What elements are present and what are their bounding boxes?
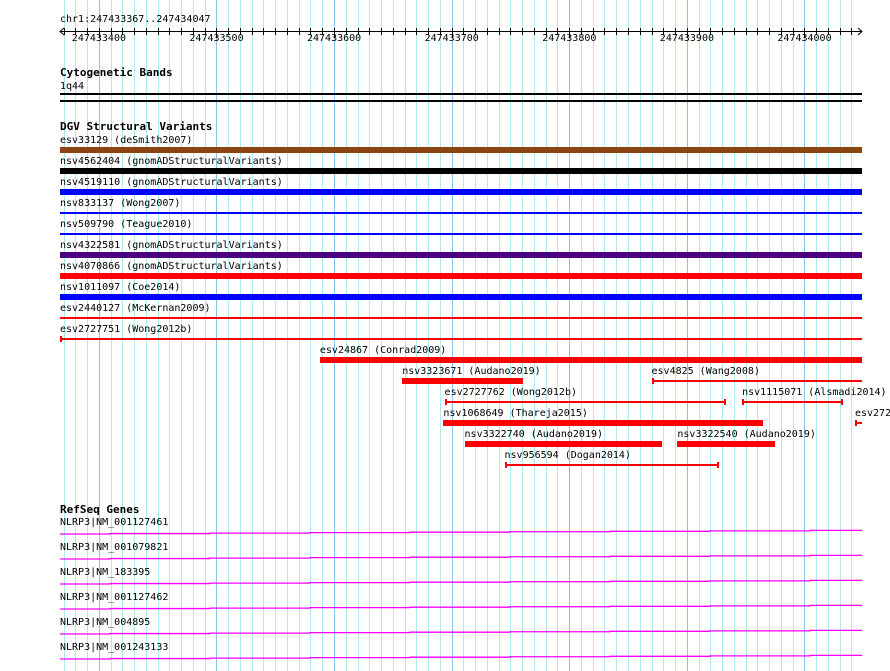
gene-feature-line[interactable] <box>60 604 862 610</box>
gene-feature-line[interactable] <box>60 579 862 585</box>
gene-feature-line[interactable] <box>60 529 862 535</box>
gene-feature-line[interactable] <box>60 654 862 660</box>
gene-lines <box>60 529 862 660</box>
gene-feature-line[interactable] <box>60 629 862 635</box>
gene-feature-line[interactable] <box>60 554 862 560</box>
